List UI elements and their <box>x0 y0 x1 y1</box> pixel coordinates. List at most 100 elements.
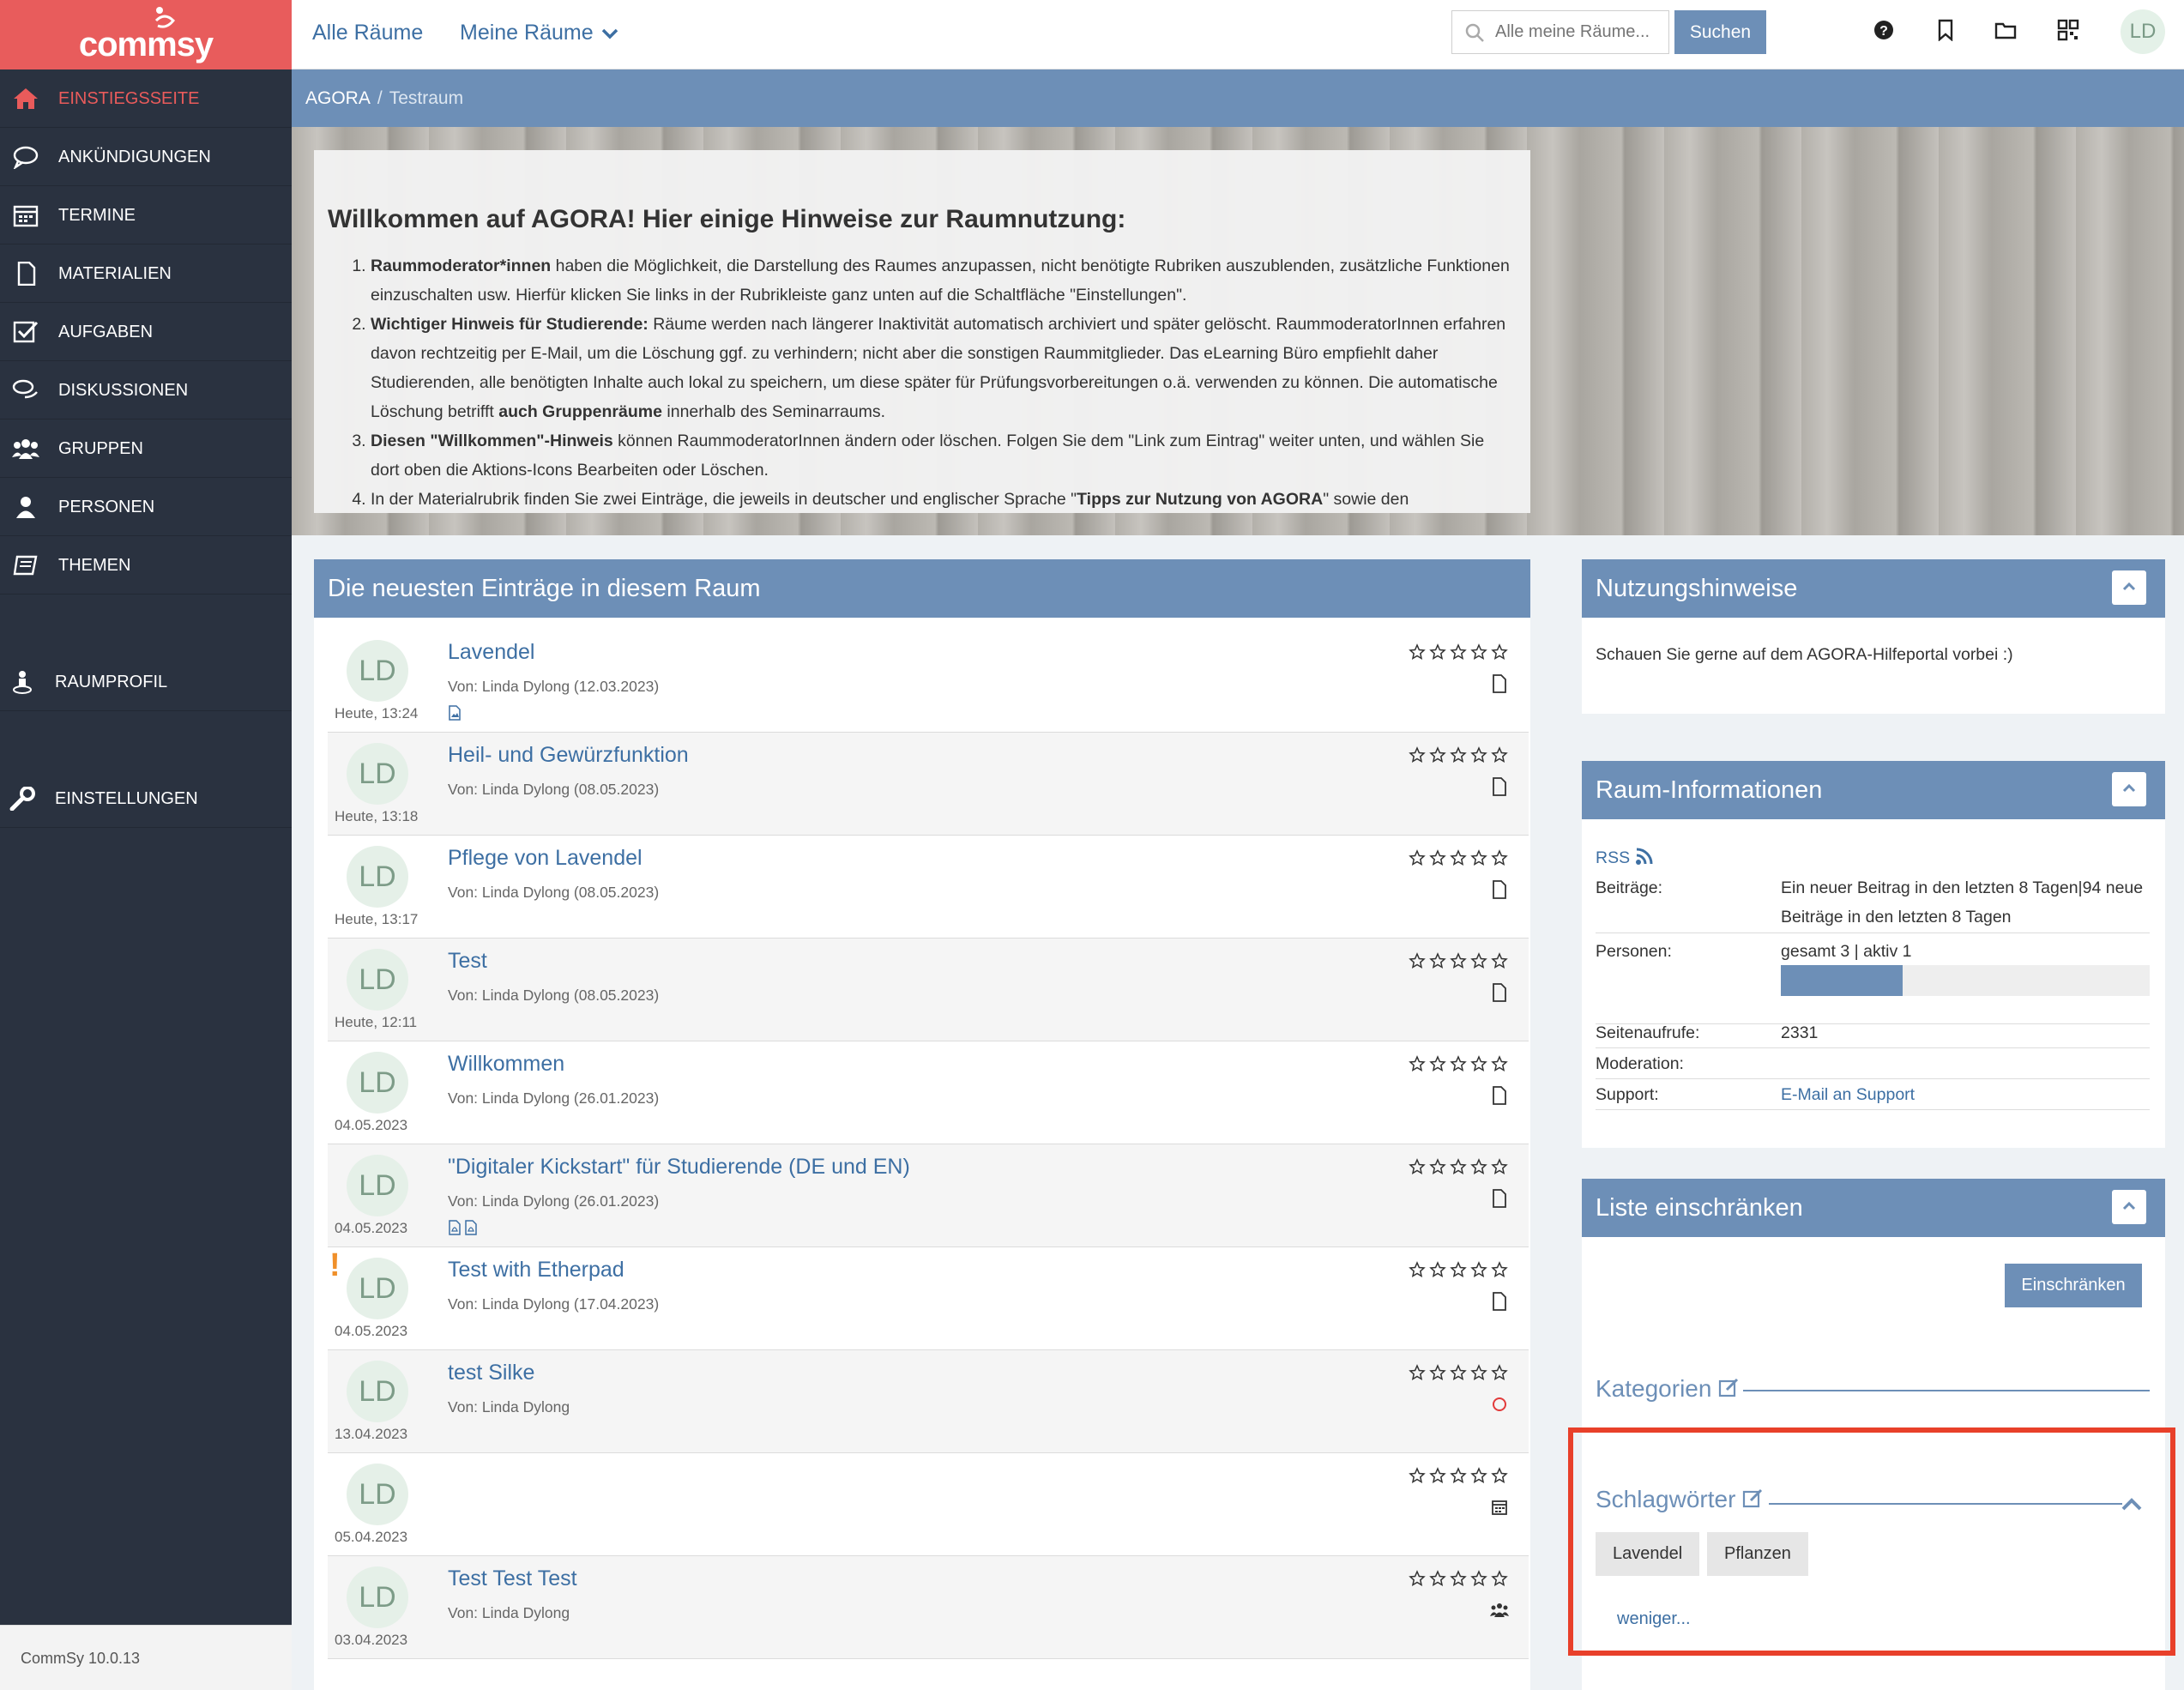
search-button[interactable]: Suchen <box>1674 10 1766 54</box>
list-item[interactable]: LD Heute, 12:11 Test Von: Linda Dylong (08.… <box>328 939 1529 1041</box>
rating-stars[interactable] <box>1409 746 1511 768</box>
star-icon[interactable] <box>1491 1467 1511 1488</box>
sidebar-item-personen[interactable]: Personen <box>0 478 292 536</box>
rating-stars[interactable] <box>1409 952 1511 974</box>
rss-link[interactable]: RSS <box>1596 847 1654 868</box>
entry-title-link[interactable]: Pflege von Lavendel <box>448 846 643 871</box>
star-icon[interactable] <box>1450 1055 1470 1077</box>
edit-icon[interactable] <box>1718 1376 1741 1398</box>
entry-title-link[interactable]: Willkommen <box>448 1052 564 1077</box>
star-icon[interactable] <box>1470 1364 1491 1385</box>
my-rooms-dropdown[interactable]: Meine Räume <box>460 0 620 65</box>
search-field[interactable] <box>1451 10 1669 54</box>
list-item[interactable]: LD 03.04.2023 Test Test Test Von: Linda Dyl… <box>328 1556 1529 1659</box>
rating-stars[interactable] <box>1409 849 1511 871</box>
sidebar-item-termine[interactable]: Termine <box>0 186 292 244</box>
star-icon[interactable] <box>1429 643 1450 665</box>
all-rooms-link[interactable]: Alle Räume <box>312 0 423 65</box>
sidebar-item-raumprofil[interactable]: Raumprofil <box>0 653 292 711</box>
rating-stars[interactable] <box>1409 1570 1511 1591</box>
star-icon[interactable] <box>1491 643 1511 665</box>
sidebar-item-aufgaben[interactable]: Aufgaben <box>0 303 292 361</box>
star-icon[interactable] <box>1429 952 1450 974</box>
sidebar-item-einstellungen[interactable]: Einstellungen <box>0 770 292 828</box>
star-icon[interactable] <box>1450 849 1470 871</box>
star-icon[interactable] <box>1450 1261 1470 1283</box>
folder-icon[interactable] <box>1994 19 2017 41</box>
list-item[interactable]: LD 13.04.2023 test Silke Von: Linda Dylong <box>328 1350 1529 1453</box>
star-icon[interactable] <box>1470 952 1491 974</box>
breadcrumb-room[interactable]: Testraum <box>389 88 463 108</box>
star-icon[interactable] <box>1409 1261 1429 1283</box>
star-icon[interactable] <box>1429 1261 1450 1283</box>
categories-heading[interactable]: Kategorien <box>1596 1375 1741 1403</box>
star-icon[interactable] <box>1470 643 1491 665</box>
star-icon[interactable] <box>1470 849 1491 871</box>
star-icon[interactable] <box>1409 746 1429 768</box>
apply-filter-button[interactable]: Einschränken <box>2005 1264 2142 1307</box>
list-item[interactable]: LD 04.05.2023 Willkommen Von: Linda Dylong … <box>328 1041 1529 1144</box>
star-icon[interactable] <box>1409 1364 1429 1385</box>
image-file-icon[interactable] <box>448 705 462 721</box>
star-icon[interactable] <box>1470 1055 1491 1077</box>
sidebar-item-diskussionen[interactable]: Diskussionen <box>0 361 292 419</box>
star-icon[interactable] <box>1429 1467 1450 1488</box>
pdf-file-icon[interactable] <box>448 1220 462 1235</box>
sidebar-item-themen[interactable]: Themen <box>0 536 292 595</box>
entry-title-link[interactable]: Heil- und Gewürzfunktion <box>448 743 689 768</box>
star-icon[interactable] <box>1491 1364 1511 1385</box>
collapse-usage-button[interactable] <box>2112 570 2146 605</box>
list-item[interactable]: LD Heute, 13:24 Lavendel Von: Linda Dylong … <box>328 630 1529 733</box>
star-icon[interactable] <box>1409 849 1429 871</box>
qr-code-icon[interactable] <box>2057 19 2079 41</box>
sidebar-item-gruppen[interactable]: Gruppen <box>0 419 292 478</box>
sidebar-item-ankuendigungen[interactable]: Ankündigungen <box>0 128 292 186</box>
star-icon[interactable] <box>1450 1467 1470 1488</box>
entry-title-link[interactable]: Test Test Test <box>448 1566 577 1591</box>
collapse-room-info-button[interactable] <box>2112 772 2146 806</box>
rating-stars[interactable] <box>1409 643 1511 665</box>
star-icon[interactable] <box>1409 1570 1429 1591</box>
bookmark-icon[interactable] <box>1934 19 1957 41</box>
collapse-filter-button[interactable] <box>2112 1190 2146 1224</box>
entry-title-link[interactable]: Test with Etherpad <box>448 1258 624 1283</box>
star-icon[interactable] <box>1450 746 1470 768</box>
star-icon[interactable] <box>1429 849 1450 871</box>
star-icon[interactable] <box>1429 1055 1450 1077</box>
rating-stars[interactable] <box>1409 1467 1511 1488</box>
star-icon[interactable] <box>1450 952 1470 974</box>
search-input[interactable] <box>1495 11 1663 53</box>
star-icon[interactable] <box>1470 1467 1491 1488</box>
star-icon[interactable] <box>1491 1158 1511 1180</box>
rating-stars[interactable] <box>1409 1158 1511 1180</box>
star-icon[interactable] <box>1491 1055 1511 1077</box>
support-email-link[interactable]: E-Mail an Support <box>1781 1079 1915 1110</box>
star-icon[interactable] <box>1491 849 1511 871</box>
star-icon[interactable] <box>1409 1467 1429 1488</box>
star-icon[interactable] <box>1450 1364 1470 1385</box>
star-icon[interactable] <box>1491 1261 1511 1283</box>
star-icon[interactable] <box>1491 1570 1511 1591</box>
user-avatar[interactable]: LD <box>2121 9 2165 54</box>
star-icon[interactable] <box>1409 643 1429 665</box>
star-icon[interactable] <box>1491 952 1511 974</box>
star-icon[interactable] <box>1470 1570 1491 1591</box>
list-item[interactable]: LD 04.05.2023 "Digitaler Kickstart" für St… <box>328 1144 1529 1247</box>
star-icon[interactable] <box>1470 746 1491 768</box>
star-icon[interactable] <box>1429 1158 1450 1180</box>
rating-stars[interactable] <box>1409 1364 1511 1385</box>
sidebar-item-einstiegsseite[interactable]: Einstiegsseite <box>0 69 292 128</box>
entry-title-link[interactable]: "Digitaler Kickstart" für Studierende (D… <box>448 1155 910 1180</box>
list-item[interactable]: LD Heute, 13:17 Pflege von Lavendel Von: Li… <box>328 836 1529 939</box>
help-icon[interactable]: ? <box>1873 19 1895 41</box>
star-icon[interactable] <box>1409 1158 1429 1180</box>
list-item[interactable]: LD Heute, 13:18 Heil- und Gewürzfunktion Vo… <box>328 733 1529 836</box>
list-item[interactable]: ! LD 04.05.2023 Test with Etherpad Von: Lind… <box>328 1247 1529 1350</box>
star-icon[interactable] <box>1429 746 1450 768</box>
star-icon[interactable] <box>1450 1570 1470 1591</box>
logo[interactable]: commsy <box>0 0 292 69</box>
star-icon[interactable] <box>1429 1570 1450 1591</box>
rating-stars[interactable] <box>1409 1055 1511 1077</box>
star-icon[interactable] <box>1450 1158 1470 1180</box>
rating-stars[interactable] <box>1409 1261 1511 1283</box>
